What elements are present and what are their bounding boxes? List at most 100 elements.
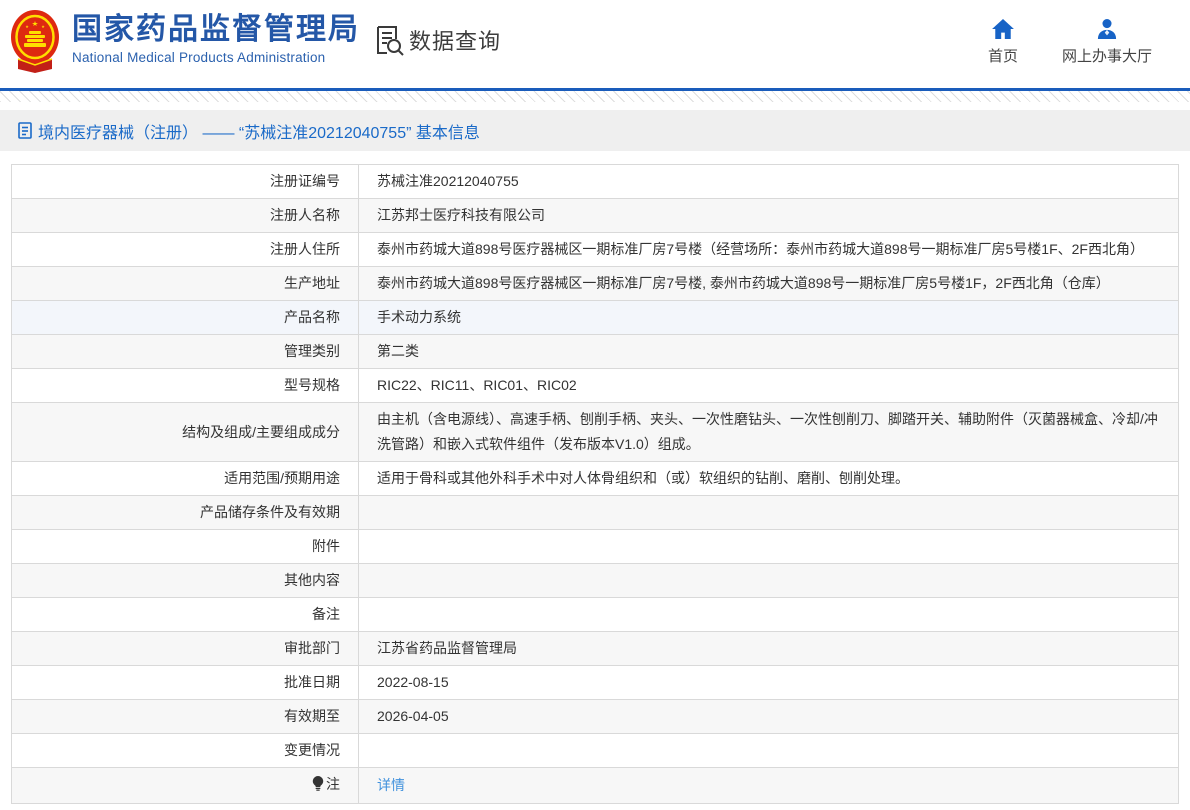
data-query-section[interactable]: 数据查询 (374, 24, 501, 56)
table-row: 注册人名称 江苏邦士医疗科技有限公司 (12, 199, 1179, 233)
row-label: 注 (12, 768, 359, 804)
breadcrumb: 境内医疗器械（注册） —— “苏械注准20212040755” 基本信息 (18, 119, 480, 143)
table-row: 注册证编号 苏械注准20212040755 (12, 165, 1179, 199)
table-row: 批准日期 2022-08-15 (12, 666, 1179, 700)
row-label-text: 产品储存条件及有效期 (200, 504, 340, 520)
table-row: 其他内容 (12, 564, 1179, 598)
bulb-icon (312, 774, 324, 799)
row-value: 由主机（含电源线）、高速手柄、刨削手柄、夹头、一次性磨钻头、一次性刨削刀、脚踏开… (359, 403, 1179, 462)
row-value-text: 泰州市药城大道898号医疗器械区一期标准厂房7号楼（经营场所：泰州市药城大道89… (377, 241, 1144, 257)
row-label: 结构及组成/主要组成成分 (12, 403, 359, 462)
data-query-icon (374, 24, 404, 56)
row-label: 注册人名称 (12, 199, 359, 233)
data-query-label: 数据查询 (409, 24, 501, 56)
row-label-text: 注册人名称 (270, 207, 340, 223)
nav-item-home-label: 首页 (988, 45, 1018, 66)
table-row: 注册人住所 泰州市药城大道898号医疗器械区一期标准厂房7号楼（经营场所：泰州市药… (12, 233, 1179, 267)
row-label-text: 产品名称 (284, 309, 340, 325)
nav-item-home[interactable]: 首页 (988, 19, 1018, 66)
row-value (359, 564, 1179, 598)
national-emblem-logo[interactable] (10, 9, 60, 73)
breadcrumb-text: 境内医疗器械（注册） —— “苏械注准20212040755” 基本信息 (38, 119, 480, 143)
table-row: 产品储存条件及有效期 (12, 496, 1179, 530)
info-table-body: 注册证编号苏械注准20212040755注册人名称江苏邦士医疗科技有限公司注册人… (12, 165, 1179, 804)
row-value-text: 江苏省药品监督管理局 (377, 640, 517, 656)
row-label-text: 型号规格 (284, 377, 340, 393)
row-label: 批准日期 (12, 666, 359, 700)
row-label: 其他内容 (12, 564, 359, 598)
row-label-text: 注册证编号 (270, 173, 340, 189)
row-label: 适用范围/预期用途 (12, 462, 359, 496)
row-label-text: 附件 (312, 538, 340, 554)
row-label: 注册证编号 (12, 165, 359, 199)
row-label: 注册人住所 (12, 233, 359, 267)
table-row: 管理类别 第二类 (12, 335, 1179, 369)
row-value (359, 598, 1179, 632)
row-value: 泰州市药城大道898号医疗器械区一期标准厂房7号楼（经营场所：泰州市药城大道89… (359, 233, 1179, 267)
row-value: 江苏邦士医疗科技有限公司 (359, 199, 1179, 233)
table-row: 审批部门 江苏省药品监督管理局 (12, 632, 1179, 666)
row-value-text: 2026-04-05 (377, 708, 449, 724)
row-value-text: 第二类 (377, 343, 419, 359)
row-label: 生产地址 (12, 267, 359, 301)
row-value-text: 江苏邦士医疗科技有限公司 (377, 207, 545, 223)
row-label-text: 有效期至 (284, 708, 340, 724)
row-value: 江苏省药品监督管理局 (359, 632, 1179, 666)
row-value: 2022-08-15 (359, 666, 1179, 700)
row-label: 审批部门 (12, 632, 359, 666)
table-row: 变更情况 (12, 734, 1179, 768)
row-label-text: 注 (326, 776, 340, 792)
nav-item-service-hall[interactable]: 网上办事大厅 (1062, 19, 1152, 66)
row-label: 产品储存条件及有效期 (12, 496, 359, 530)
row-value-text: 适用于骨科或其他外科手术中对人体骨组织和（或）软组织的钻削、磨削、刨削处理。 (377, 470, 909, 486)
top-nav: 首页 网上办事大厅 (988, 19, 1152, 66)
row-label-text: 批准日期 (284, 674, 340, 690)
table-row: 附件 (12, 530, 1179, 564)
row-label-text: 审批部门 (284, 640, 340, 656)
row-label-text: 其他内容 (284, 572, 340, 588)
row-label: 附件 (12, 530, 359, 564)
row-label: 变更情况 (12, 734, 359, 768)
nav-item-service-hall-label: 网上办事大厅 (1062, 45, 1152, 66)
row-label: 备注 (12, 598, 359, 632)
row-value: 泰州市药城大道898号医疗器械区一期标准厂房7号楼, 泰州市药城大道898号一期… (359, 267, 1179, 301)
row-value (359, 496, 1179, 530)
table-row: 适用范围/预期用途 适用于骨科或其他外科手术中对人体骨组织和（或）软组织的钻削、磨… (12, 462, 1179, 496)
row-label: 型号规格 (12, 369, 359, 403)
table-row: 生产地址 泰州市药城大道898号医疗器械区一期标准厂房7号楼, 泰州市药城大道89… (12, 267, 1179, 301)
site-title-block: 国家药品监督管理局 National Medical Products Admi… (72, 12, 360, 65)
row-value: 手术动力系统 (359, 301, 1179, 335)
table-row: 型号规格 RIC22、RIC11、RIC01、RIC02 (12, 369, 1179, 403)
user-icon (1096, 19, 1118, 39)
row-value: 2026-04-05 (359, 700, 1179, 734)
registration-info-table-wrap: 注册证编号苏械注准20212040755注册人名称江苏邦士医疗科技有限公司注册人… (11, 164, 1179, 804)
home-icon (992, 19, 1014, 39)
info-table: 注册证编号苏械注准20212040755注册人名称江苏邦士医疗科技有限公司注册人… (11, 164, 1179, 804)
row-value-text: 手术动力系统 (377, 309, 461, 325)
row-label-text: 适用范围/预期用途 (224, 470, 340, 486)
row-value: 苏械注准20212040755 (359, 165, 1179, 199)
table-row: 有效期至 2026-04-05 (12, 700, 1179, 734)
row-value: 第二类 (359, 335, 1179, 369)
breadcrumb-bar: 境内医疗器械（注册） —— “苏械注准20212040755” 基本信息 (0, 110, 1190, 151)
row-value-text: 泰州市药城大道898号医疗器械区一期标准厂房7号楼, 泰州市药城大道898号一期… (377, 275, 1110, 291)
table-row: 结构及组成/主要组成成分 由主机（含电源线）、高速手柄、刨削手柄、夹头、一次性磨钻… (12, 403, 1179, 462)
row-label-text: 注册人住所 (270, 241, 340, 257)
row-label-text: 变更情况 (284, 742, 340, 758)
row-value-text: 2022-08-15 (377, 674, 449, 690)
row-value: 适用于骨科或其他外科手术中对人体骨组织和（或）软组织的钻削、磨削、刨削处理。 (359, 462, 1179, 496)
hatched-divider (0, 91, 1190, 102)
row-value-text: 由主机（含电源线）、高速手柄、刨削手柄、夹头、一次性磨钻头、一次性刨削刀、脚踏开… (377, 411, 1158, 452)
site-title: 国家药品监督管理局 (72, 12, 360, 48)
table-row: 产品名称 手术动力系统 (12, 301, 1179, 335)
row-label-text: 结构及组成/主要组成成分 (182, 424, 340, 440)
row-value (359, 734, 1179, 768)
row-label: 管理类别 (12, 335, 359, 369)
row-label: 产品名称 (12, 301, 359, 335)
table-row: 备注 (12, 598, 1179, 632)
row-value: RIC22、RIC11、RIC01、RIC02 (359, 369, 1179, 403)
row-label-text: 生产地址 (284, 275, 340, 291)
row-label-text: 管理类别 (284, 343, 340, 359)
row-value (359, 530, 1179, 564)
detail-link[interactable]: 详情 (377, 777, 405, 793)
